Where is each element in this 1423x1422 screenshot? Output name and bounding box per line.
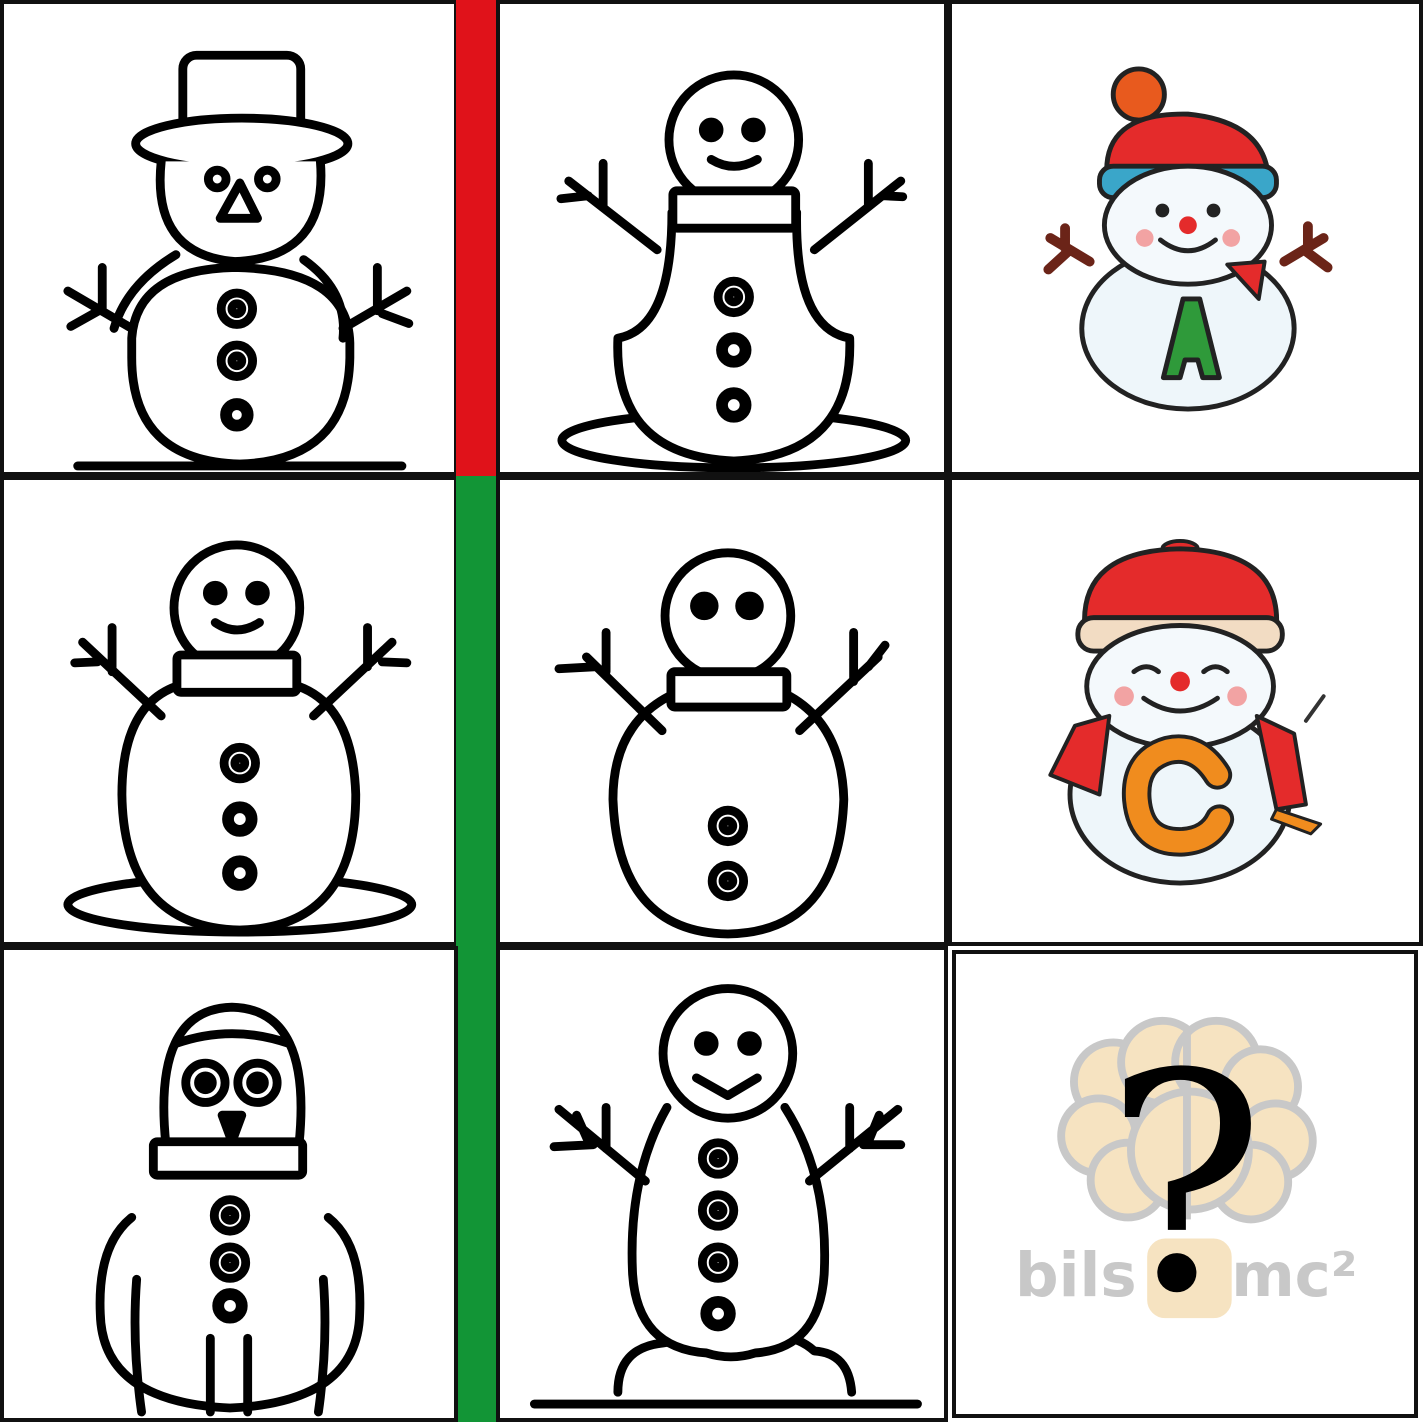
cell-r2c2[interactable] bbox=[496, 476, 948, 946]
cell-r2c1[interactable] bbox=[0, 476, 458, 946]
puzzle-board: bils mc² ? bbox=[0, 0, 1423, 1422]
snowman-top-hat-icon bbox=[63, 50, 414, 471]
cell-r3c1[interactable] bbox=[0, 946, 458, 1422]
cell-r1c1[interactable] bbox=[0, 0, 458, 476]
snowman-two-eyes-icon bbox=[554, 548, 890, 939]
cell-r3c3-answer[interactable]: bils mc² ? bbox=[952, 950, 1418, 1418]
cell-r2c3[interactable] bbox=[948, 476, 1423, 946]
snowman-letter-icon bbox=[1043, 66, 1333, 412]
question-mark-icon: ? bbox=[1104, 1009, 1266, 1359]
snowman-smile-ground-icon bbox=[63, 540, 417, 937]
divider-red bbox=[456, 0, 496, 476]
cell-r3c2[interactable] bbox=[496, 946, 948, 1422]
divider-green bbox=[456, 476, 496, 1422]
cell-r1c2[interactable] bbox=[496, 0, 948, 476]
snowman-tall-icon bbox=[529, 984, 922, 1409]
snowman-owl-face-icon bbox=[95, 1002, 365, 1417]
snowman-smile-arms-up-icon bbox=[556, 70, 911, 472]
cell-r1c3[interactable] bbox=[948, 0, 1423, 476]
snowman-letter-icon bbox=[1048, 538, 1326, 886]
